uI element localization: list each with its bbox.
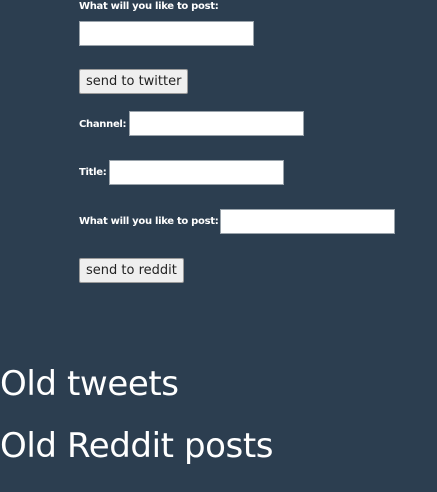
reddit-post-input[interactable] [220,209,395,234]
twitter-post-input[interactable] [79,21,254,46]
old-reddit-posts-heading: Old Reddit posts [0,426,274,466]
reddit-post-label: What will you like to post: [79,216,219,227]
reddit-channel-label: Channel: [79,119,127,130]
old-tweets-heading: Old tweets [0,364,179,404]
reddit-title-label: Title: [79,167,107,178]
reddit-channel-input[interactable] [129,111,304,136]
reddit-title-input[interactable] [109,160,284,185]
send-to-reddit-button[interactable]: send to reddit [79,258,184,283]
send-to-twitter-button[interactable]: send to twitter [79,69,189,94]
twitter-post-label: What will you like to post: [79,1,219,12]
